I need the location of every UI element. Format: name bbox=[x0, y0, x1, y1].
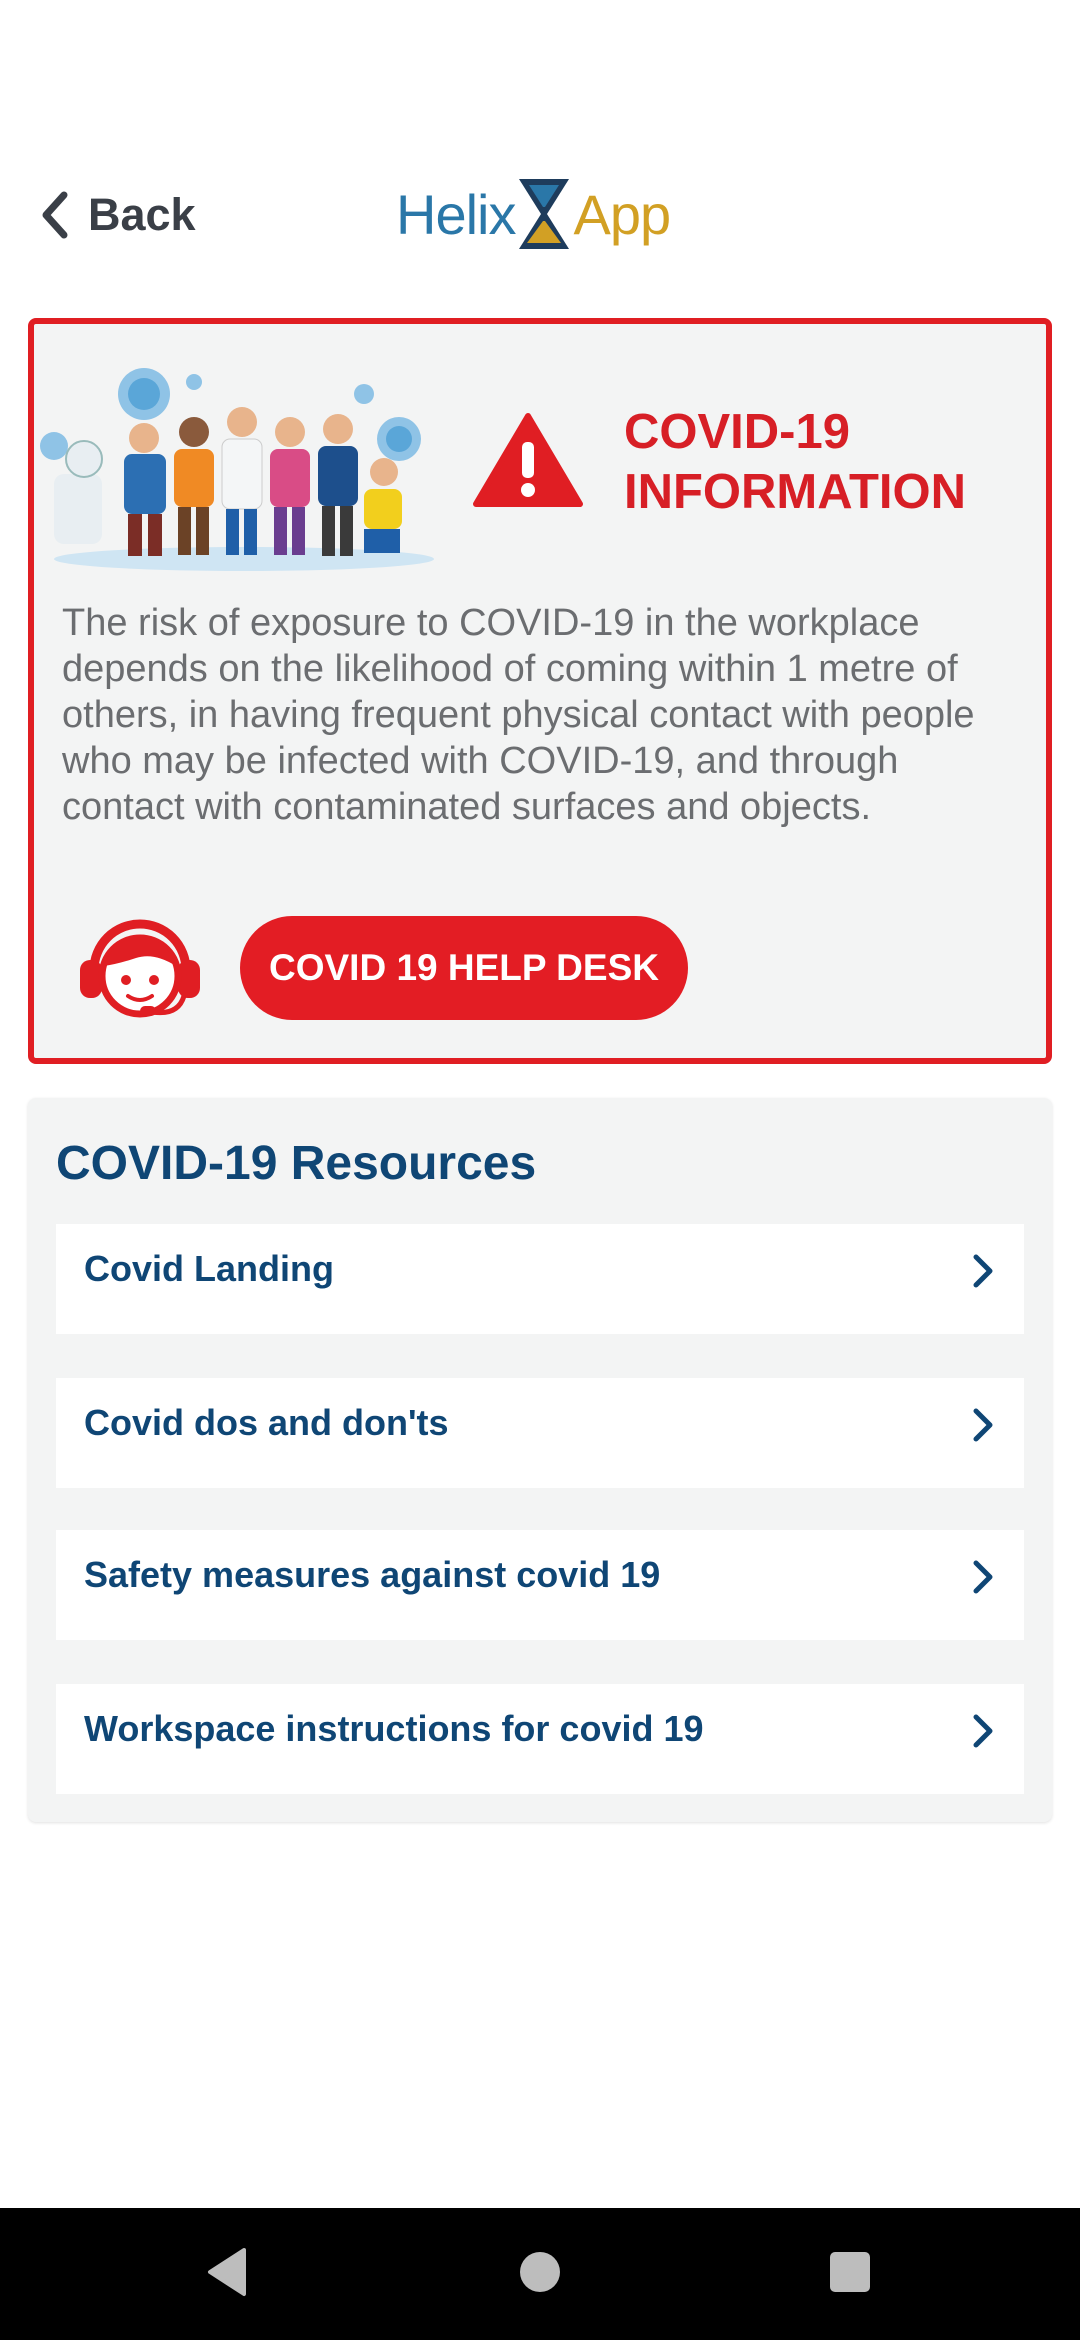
chevron-right-icon bbox=[973, 1560, 993, 1594]
app-logo: Helix App bbox=[396, 174, 671, 254]
nav-recents-icon[interactable] bbox=[828, 2246, 872, 2298]
chevron-left-icon bbox=[42, 191, 68, 239]
covid-info-card: COVID-19 INFORMATION The risk of exposur… bbox=[28, 318, 1052, 1064]
warning-icon bbox=[473, 413, 583, 507]
nav-back-icon[interactable] bbox=[204, 2246, 250, 2298]
resources-title: COVID-19 Resources bbox=[56, 1137, 537, 1190]
resource-item-label: Safety measures against covid 19 bbox=[84, 1554, 661, 1595]
resource-item-workspace-instructions[interactable]: Workspace instructions for covid 19 bbox=[56, 1684, 1024, 1794]
resource-item-covid-landing[interactable]: Covid Landing bbox=[56, 1224, 1024, 1334]
covid-info-text: The risk of exposure to COVID-19 in the … bbox=[62, 602, 975, 828]
covid-info-title-line1: COVID-19 bbox=[624, 405, 851, 459]
covid-info-title-line2: INFORMATION bbox=[624, 465, 967, 519]
system-navigation-bar bbox=[0, 2208, 1080, 2340]
resource-item-safety-measures[interactable]: Safety measures against covid 19 bbox=[56, 1530, 1024, 1640]
chevron-right-icon bbox=[973, 1408, 993, 1442]
resource-item-label: Covid dos and don'ts bbox=[84, 1402, 449, 1443]
resource-item-label: Workspace instructions for covid 19 bbox=[84, 1708, 704, 1749]
resource-item-covid-dos-donts[interactable]: Covid dos and don'ts bbox=[56, 1378, 1024, 1488]
covid-help-desk-button[interactable]: COVID 19 HELP DESK bbox=[240, 916, 688, 1020]
logo-text-helix: Helix bbox=[396, 182, 516, 246]
covid-resources-card: COVID-19 Resources Covid Landing Covid d… bbox=[28, 1098, 1052, 1822]
app-header: Back Helix App bbox=[0, 170, 1080, 260]
support-agent-icon bbox=[80, 919, 200, 1018]
resource-item-label: Covid Landing bbox=[84, 1248, 334, 1289]
nav-home-icon[interactable] bbox=[518, 2246, 562, 2298]
chevron-right-icon bbox=[973, 1254, 993, 1288]
people-illustration bbox=[40, 368, 434, 571]
chevron-right-icon bbox=[973, 1714, 993, 1748]
covid-info-title: COVID-19 INFORMATION bbox=[624, 402, 1044, 522]
logo-text-app: App bbox=[573, 182, 671, 246]
back-label: Back bbox=[88, 189, 196, 240]
hourglass-logo-icon bbox=[519, 179, 570, 249]
back-button[interactable]: Back bbox=[40, 180, 196, 250]
